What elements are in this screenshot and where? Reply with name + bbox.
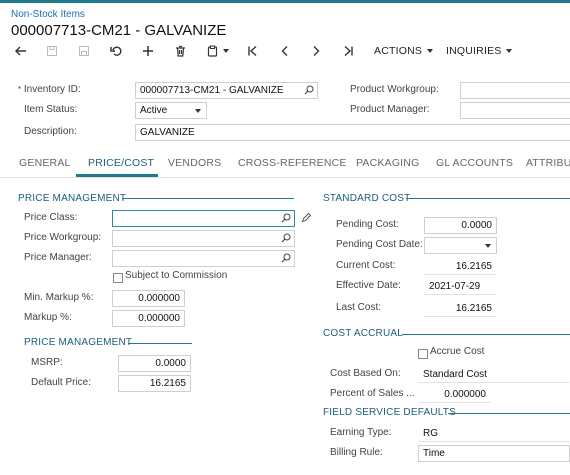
percent-of-sales-label: Percent of Sales ... — [330, 388, 415, 399]
product-workgroup-label: Product Workgroup: — [350, 84, 439, 95]
cost-based-on-label: Cost Based On: — [330, 368, 401, 379]
price-management-heading: PRICE MANAGEMENT — [18, 193, 127, 204]
tab-cross-reference[interactable]: CROSS-REFERENCE — [238, 157, 347, 175]
min-markup-field[interactable]: 0.000000 — [112, 290, 185, 307]
last-cost-value: 16.2165 — [424, 300, 497, 317]
effective-date-value: 2021-07-29 — [424, 278, 497, 295]
default-price-label: Default Price: — [31, 377, 92, 388]
effective-date-label: Effective Date: — [336, 280, 401, 291]
description-label: Description: — [24, 126, 77, 137]
billing-rule-label: Billing Rule: — [330, 447, 383, 458]
chevron-down-icon — [223, 49, 229, 53]
search-icon[interactable] — [281, 253, 291, 263]
first-record-icon[interactable] — [244, 42, 260, 60]
product-workgroup-field[interactable] — [460, 82, 570, 99]
standard-cost-heading: STANDARD COST — [323, 193, 411, 204]
msrp-label: MSRP: — [31, 357, 63, 368]
price-workgroup-label: Price Workgroup: — [24, 232, 102, 243]
item-status-value: Active — [140, 105, 168, 116]
next-record-icon[interactable] — [308, 42, 324, 60]
earning-type-label: Earning Type: — [330, 427, 392, 438]
description-field[interactable]: GALVANIZE — [135, 124, 570, 141]
tab-vendors[interactable]: VENDORS — [168, 157, 221, 175]
price-management-msrp-heading: PRICE MANAGEMENT — [24, 337, 133, 348]
percent-of-sales-value[interactable]: 0.000000 — [418, 386, 491, 403]
earning-type-field[interactable]: RG — [418, 425, 570, 442]
search-icon[interactable] — [304, 85, 314, 95]
product-manager-field[interactable] — [460, 102, 570, 119]
pending-cost-field[interactable]: 0.0000 — [424, 217, 497, 234]
tab-general[interactable]: GENERAL — [19, 157, 71, 175]
price-workgroup-field[interactable] — [112, 230, 295, 247]
markup-field[interactable]: 0.000000 — [112, 310, 185, 327]
price-manager-label: Price Manager: — [24, 252, 92, 263]
last-cost-label: Last Cost: — [336, 302, 382, 313]
pending-cost-date-field[interactable] — [424, 237, 497, 254]
tab-divider — [0, 177, 570, 178]
chevron-down-icon — [195, 109, 201, 113]
section-divider — [402, 334, 570, 335]
section-divider — [406, 198, 570, 199]
min-markup-label: Min. Markup %: — [24, 292, 94, 303]
add-icon[interactable] — [140, 42, 156, 60]
save-icon[interactable] — [76, 42, 92, 60]
tab-packaging[interactable]: PACKAGING — [356, 157, 419, 175]
back-arrow-icon[interactable] — [12, 42, 28, 60]
page-title: 000007713-CM21 - GALVANIZE — [11, 22, 227, 39]
search-icon[interactable] — [281, 233, 291, 243]
price-manager-field[interactable] — [112, 250, 295, 267]
active-tab-indicator — [76, 174, 158, 177]
actions-label: ACTIONS — [374, 45, 423, 57]
description-value: GALVANIZE — [140, 127, 195, 138]
accrue-cost-label: Accrue Cost — [430, 346, 485, 357]
previous-record-icon[interactable] — [276, 42, 292, 60]
inquiries-menu[interactable]: INQUIRIES — [446, 42, 513, 60]
default-price-field[interactable]: 16.2165 — [118, 375, 191, 392]
chevron-down-icon — [506, 49, 513, 53]
item-status-select[interactable]: Active — [135, 102, 207, 119]
inventory-id-value: 000007713-CM21 - GALVANIZE — [140, 85, 284, 96]
subject-to-commission-label: Subject to Commission — [125, 270, 228, 281]
price-class-label: Price Class: — [24, 212, 78, 223]
item-status-label: Item Status: — [24, 104, 78, 115]
product-manager-label: Product Manager: — [350, 104, 430, 115]
price-class-field[interactable] — [112, 210, 295, 227]
section-divider — [122, 198, 294, 199]
tab-gl-accounts[interactable]: GL ACCOUNTS — [436, 157, 513, 175]
search-icon[interactable] — [281, 213, 291, 223]
pending-cost-date-label: Pending Cost Date: — [336, 239, 423, 250]
section-divider — [448, 413, 570, 414]
accrue-cost-checkbox[interactable] — [418, 349, 428, 359]
last-record-icon[interactable] — [340, 42, 356, 60]
cost-based-on-value[interactable]: Standard Cost — [418, 366, 570, 383]
section-divider — [128, 343, 192, 344]
subject-to-commission-checkbox[interactable] — [113, 273, 123, 283]
current-cost-label: Current Cost: — [336, 260, 396, 271]
chevron-down-icon — [485, 244, 491, 248]
inventory-id-label: * Inventory ID: — [18, 84, 81, 95]
msrp-field[interactable]: 0.0000 — [118, 355, 191, 372]
cost-accrual-heading: COST ACCRUAL — [323, 328, 404, 339]
markup-label: Markup %: — [24, 312, 72, 323]
save-close-icon[interactable] — [44, 42, 60, 60]
required-marker: * — [18, 85, 22, 94]
pending-cost-label: Pending Cost: — [336, 219, 399, 230]
actions-menu[interactable]: ACTIONS — [374, 42, 434, 60]
tab-attributes[interactable]: ATTRIBUT — [526, 157, 570, 175]
delete-icon[interactable] — [172, 42, 188, 60]
breadcrumb[interactable]: Non-Stock Items — [11, 9, 85, 20]
copy-paste-icon[interactable] — [204, 42, 232, 60]
current-cost-value: 16.2165 — [424, 258, 497, 275]
undo-icon[interactable] — [108, 42, 124, 60]
inventory-id-field[interactable]: 000007713-CM21 - GALVANIZE — [135, 82, 318, 99]
top-accent-bar — [0, 0, 570, 3]
chevron-down-icon — [427, 49, 434, 53]
billing-rule-field[interactable]: Time — [418, 445, 570, 462]
field-service-defaults-heading: FIELD SERVICE DEFAULTS — [323, 407, 456, 418]
inquiries-label: INQUIRIES — [446, 45, 502, 57]
tab-price-cost[interactable]: PRICE/COST — [88, 157, 154, 175]
edit-pencil-icon[interactable] — [301, 213, 311, 223]
